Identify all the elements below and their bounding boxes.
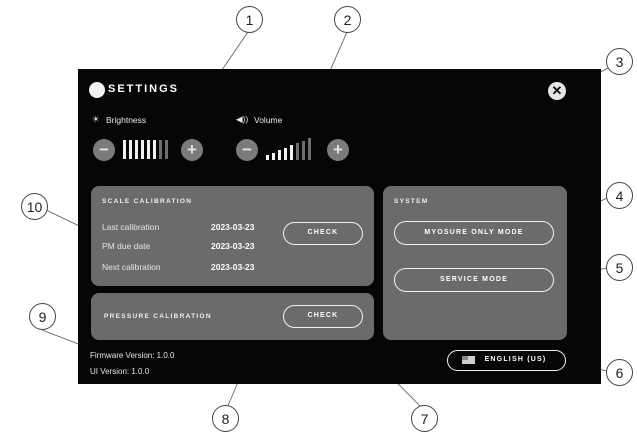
system-card [383, 186, 567, 340]
volume-decrease-button[interactable]: − [236, 139, 258, 161]
level-bar [165, 140, 168, 159]
brightness-decrease-button[interactable]: − [93, 139, 115, 161]
level-bar [147, 140, 150, 159]
page-title: SETTINGS [108, 83, 180, 95]
callout-4: 4 [606, 182, 633, 209]
settings-logo-icon [89, 82, 105, 98]
last-calibration-value: 2023-03-23 [211, 222, 255, 232]
system-title: SYSTEM [394, 198, 429, 205]
level-bar [159, 140, 162, 159]
level-bar [290, 145, 293, 160]
brightness-label: Brightness [106, 115, 147, 125]
callout-2: 2 [334, 6, 361, 33]
level-bar [153, 140, 156, 159]
pressure-check-button[interactable]: CHECK [283, 305, 363, 328]
level-bar [278, 150, 281, 160]
pm-due-date-label: PM due date [102, 241, 151, 251]
brightness-increase-button[interactable]: + [181, 139, 203, 161]
level-bar [296, 143, 299, 160]
close-icon[interactable]: ✕ [548, 82, 566, 100]
level-bar [308, 138, 311, 160]
pressure-calibration-title: PRESSURE CALIBRATION [104, 313, 212, 320]
myosure-only-mode-button[interactable]: MYOSURE ONLY MODE [394, 221, 554, 245]
sun-icon: ☀ [92, 114, 100, 124]
callout-3: 3 [606, 48, 633, 75]
volume-level-bars[interactable] [266, 138, 318, 161]
scale-calibration-title: SCALE CALIBRATION [102, 198, 193, 205]
next-calibration-label: Next calibration [102, 262, 161, 272]
scale-check-button[interactable]: CHECK [283, 222, 363, 245]
callout-10: 10 [21, 193, 48, 220]
firmware-version: Firmware Version: 1.0.0 [90, 351, 175, 360]
next-calibration-value: 2023-03-23 [211, 262, 255, 272]
pm-due-date-value: 2023-03-23 [211, 241, 255, 251]
last-calibration-label: Last calibration [102, 222, 160, 232]
callout-1: 1 [236, 6, 263, 33]
level-bar [302, 140, 305, 160]
callout-8: 8 [212, 405, 239, 432]
service-mode-button[interactable]: SERVICE MODE [394, 268, 554, 292]
speaker-icon: ◀)) [236, 114, 249, 124]
callout-6: 6 [606, 359, 633, 386]
level-bar [272, 152, 275, 160]
level-bar [141, 140, 144, 159]
ui-version: UI Version: 1.0.0 [90, 367, 150, 376]
volume-increase-button[interactable]: + [327, 139, 349, 161]
level-bar [284, 147, 287, 160]
volume-label: Volume [254, 115, 283, 125]
us-flag-icon [462, 356, 475, 364]
level-bar [135, 140, 138, 159]
level-bar [266, 155, 269, 160]
callout-5: 5 [606, 254, 633, 281]
callout-9: 9 [29, 303, 56, 330]
level-bar [129, 140, 132, 159]
brightness-level-bars[interactable] [123, 139, 175, 161]
callout-7: 7 [411, 405, 438, 432]
level-bar [123, 140, 126, 159]
